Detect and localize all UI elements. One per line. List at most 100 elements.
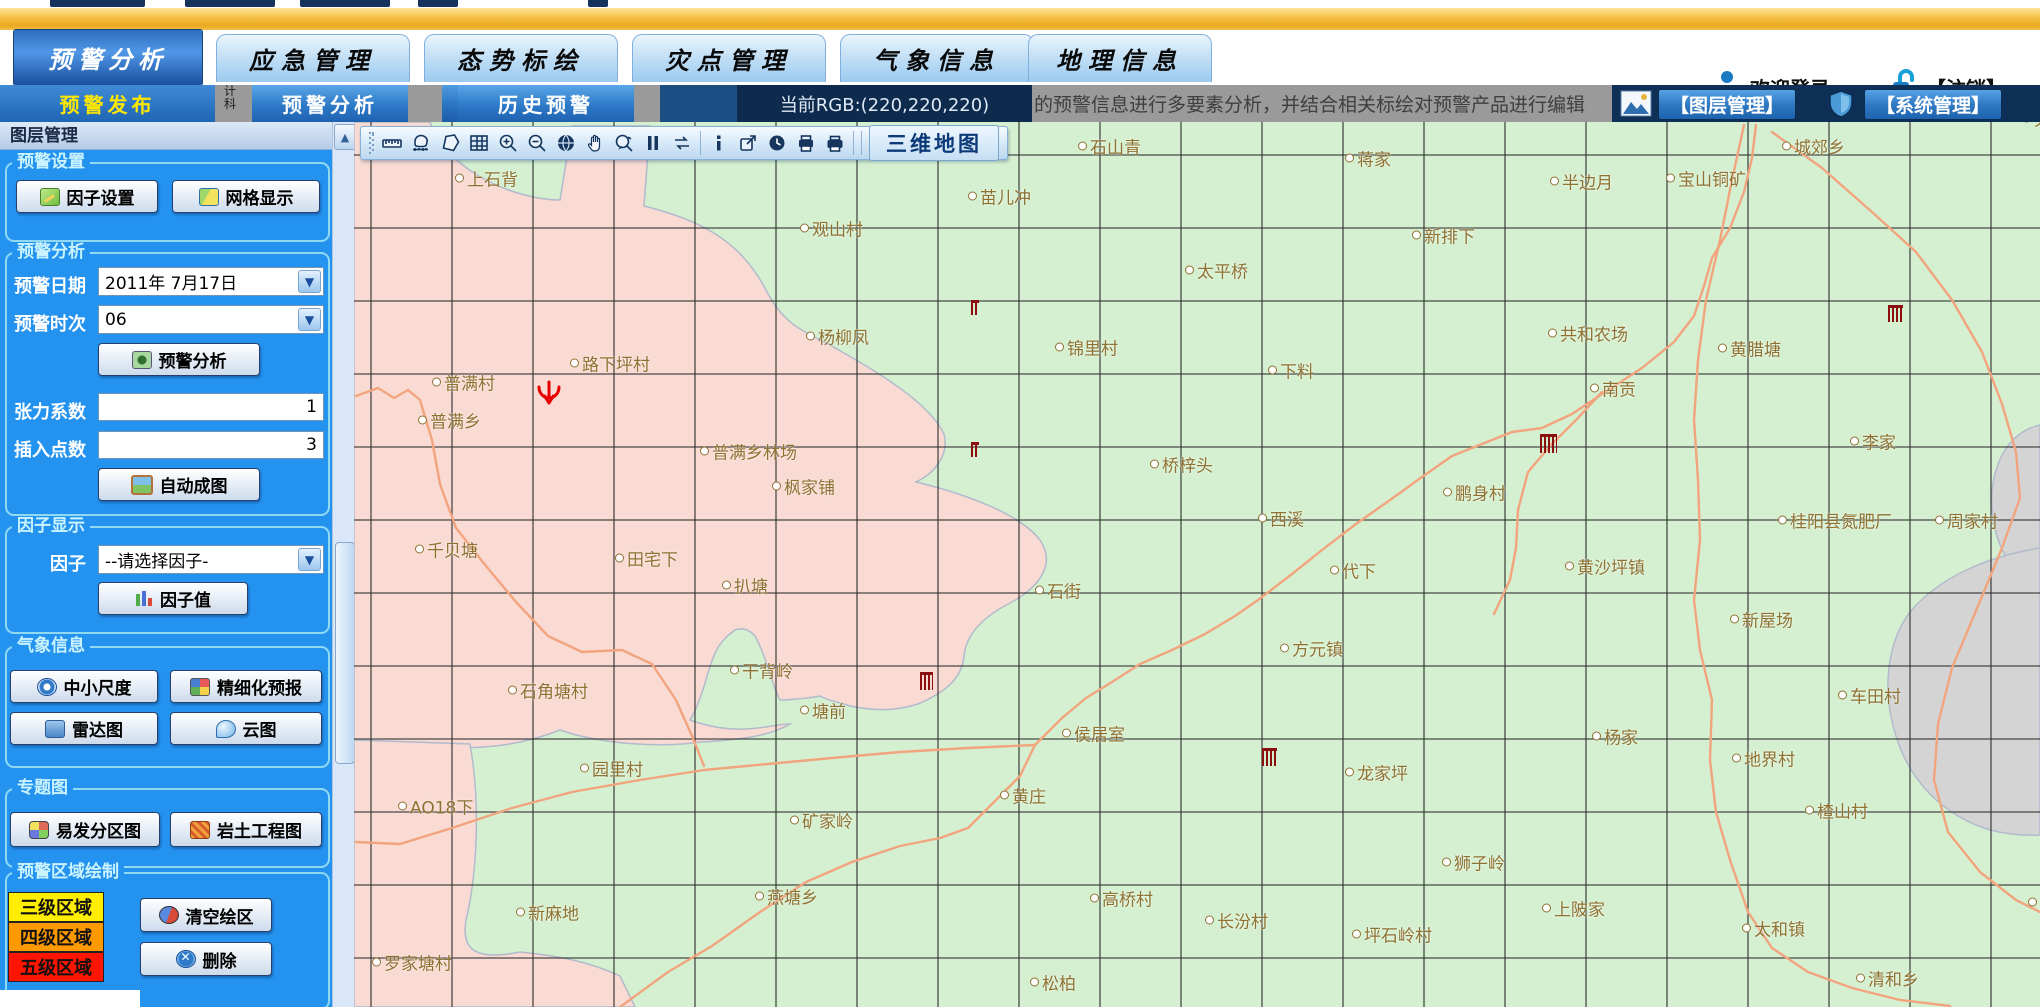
map-label: 杨家 [1592, 724, 1638, 749]
map-label: 上石背 [455, 166, 518, 191]
map-label: 石街 [1035, 578, 1081, 603]
level3-region-swatch[interactable]: 三级区域 [8, 892, 104, 922]
map-label: 扒塘 [722, 573, 768, 598]
place-marker-icon [700, 447, 709, 456]
map-label: 方元镇 [1280, 636, 1343, 661]
disaster-point-marker [971, 442, 979, 457]
place-marker-icon [1838, 691, 1847, 700]
measure-area-icon[interactable] [410, 132, 432, 154]
export-icon[interactable] [737, 132, 759, 154]
place-marker-icon [1732, 754, 1741, 763]
toolbar-separator [700, 131, 701, 155]
radar-map-button[interactable]: 雷达图 [10, 712, 158, 745]
map-label: 路下坪村 [570, 351, 650, 376]
map-3d-button[interactable]: 三维地图 [869, 125, 999, 161]
main-tab-3[interactable]: 态势标绘 [424, 34, 618, 82]
warn-time-select[interactable]: 06 ▼ [98, 305, 324, 334]
warn-analyze-button[interactable]: 预警分析 [98, 343, 260, 376]
system-manage-button[interactable]: 【系统管理】 [1864, 89, 2002, 120]
level4-region-swatch[interactable]: 四级区域 [8, 922, 104, 952]
meso-scale-button[interactable]: 中小尺度 [10, 670, 158, 703]
warn-date-select[interactable]: 2011年 7月17日 ▼ [98, 267, 324, 296]
group-thematic-map-title: 专题图 [12, 778, 73, 798]
place-marker-icon [398, 802, 407, 811]
anchor-draw-symbol [534, 378, 564, 412]
factor-setting-icon [40, 188, 60, 206]
chevron-down-icon[interactable]: ▼ [298, 548, 321, 571]
geotech-map-icon [190, 821, 210, 839]
main-tab-1[interactable]: 预警分析 [14, 30, 202, 85]
insert-points-input[interactable]: 3 [98, 431, 324, 459]
place-marker-icon [755, 892, 764, 901]
map-label: 宝山铜矿 [1666, 166, 1746, 191]
zoom-out-icon[interactable] [526, 132, 548, 154]
draw-polygon-icon[interactable] [439, 132, 461, 154]
map-label: 新麻地 [516, 900, 579, 925]
factor-setting-button[interactable]: 因子设置 [16, 180, 158, 213]
main-tab-4[interactable]: 灾点管理 [632, 34, 826, 82]
swap-refresh-icon[interactable] [671, 132, 693, 154]
zoom-previous-icon[interactable] [613, 132, 635, 154]
subtab-warning-analysis[interactable]: 预警分析 [252, 85, 408, 122]
cloud-map-button[interactable]: 云图 [170, 712, 322, 745]
pause-icon[interactable] [642, 132, 664, 154]
gold-banner-bar [0, 8, 2040, 30]
place-marker-icon [1730, 615, 1739, 624]
main-tab-6[interactable]: 地理信息 [1028, 34, 1212, 82]
insert-points-label: 插入点数 [14, 436, 86, 462]
delete-icon [176, 950, 196, 968]
susceptibility-zone-map-button[interactable]: 易发分区图 [10, 812, 160, 847]
top-fragment [588, 0, 608, 7]
full-extent-icon[interactable] [555, 132, 577, 154]
map-label: 杨柳凤 [806, 324, 869, 349]
tension-input[interactable]: 1 [98, 393, 324, 421]
geotech-map-button[interactable]: 岩土工程图 [170, 812, 322, 847]
factor-value-button[interactable]: 因子值 [98, 582, 248, 615]
auto-map-button[interactable]: 自动成图 [98, 468, 260, 501]
map-label: 黄庄 [1000, 783, 1046, 808]
level5-region-swatch[interactable]: 五级区域 [8, 952, 104, 982]
place-marker-icon [516, 908, 525, 917]
main-tab-5[interactable]: 气象信息 [840, 34, 1034, 82]
top-fragment [418, 0, 458, 7]
chevron-down-icon[interactable]: ▼ [298, 270, 321, 293]
print-icon[interactable] [824, 132, 846, 154]
subtab-history-warning[interactable]: 历史预警 [458, 85, 634, 122]
place-marker-icon [1935, 516, 1944, 525]
pan-icon[interactable] [584, 132, 606, 154]
grid-display-button[interactable]: 网格显示 [172, 180, 320, 213]
map-label: 城郊乡 [1782, 134, 1845, 159]
clear-draw-region-button[interactable]: 清空绘区 [140, 898, 272, 932]
map-label: 罗家塘村 [372, 950, 452, 975]
measure-distance-icon[interactable] [381, 132, 403, 154]
place-marker-icon [1345, 768, 1354, 777]
main-tab-2[interactable]: 应急管理 [216, 34, 410, 82]
toolbar-grip[interactable] [369, 132, 374, 154]
map-label: 周家村 [1935, 508, 1998, 533]
sidebar-scrollbar[interactable]: ▲ [332, 122, 355, 1007]
scroll-up-button[interactable]: ▲ [334, 124, 356, 150]
place-marker-icon [1352, 930, 1361, 939]
fine-forecast-button[interactable]: 精细化预报 [170, 670, 322, 703]
place-marker-icon [1035, 586, 1044, 595]
identify-icon[interactable] [708, 132, 730, 154]
chevron-down-icon[interactable]: ▼ [298, 308, 321, 331]
delete-button[interactable]: 删除 [140, 942, 272, 976]
place-marker-icon [1805, 806, 1814, 815]
place-marker-icon [2028, 898, 2037, 907]
grid-display-icon[interactable] [468, 132, 490, 154]
place-marker-icon [800, 706, 809, 715]
clear-draw-icon [159, 906, 179, 924]
zoom-in-icon[interactable] [497, 132, 519, 154]
subtab-warning-publish[interactable]: 预警发布 [0, 85, 215, 122]
print-preview-icon[interactable] [795, 132, 817, 154]
place-marker-icon [1443, 488, 1452, 497]
gis-map-viewport[interactable]: 上石背石山青蒋家城郊乡苗儿冲半边月宝山铜矿观山村新排下太平桥共和农场黄腊塘杨柳凤… [354, 122, 2040, 1007]
scrollbar-thumb[interactable] [335, 542, 355, 764]
place-marker-icon [1442, 858, 1451, 867]
subnav-blue-gap [442, 85, 458, 122]
layer-manage-button[interactable]: 【图层管理】 [1658, 89, 1796, 120]
history-icon[interactable] [766, 132, 788, 154]
place-marker-icon [2022, 122, 2031, 123]
factor-select[interactable]: --请选择因子- ▼ [98, 545, 324, 574]
